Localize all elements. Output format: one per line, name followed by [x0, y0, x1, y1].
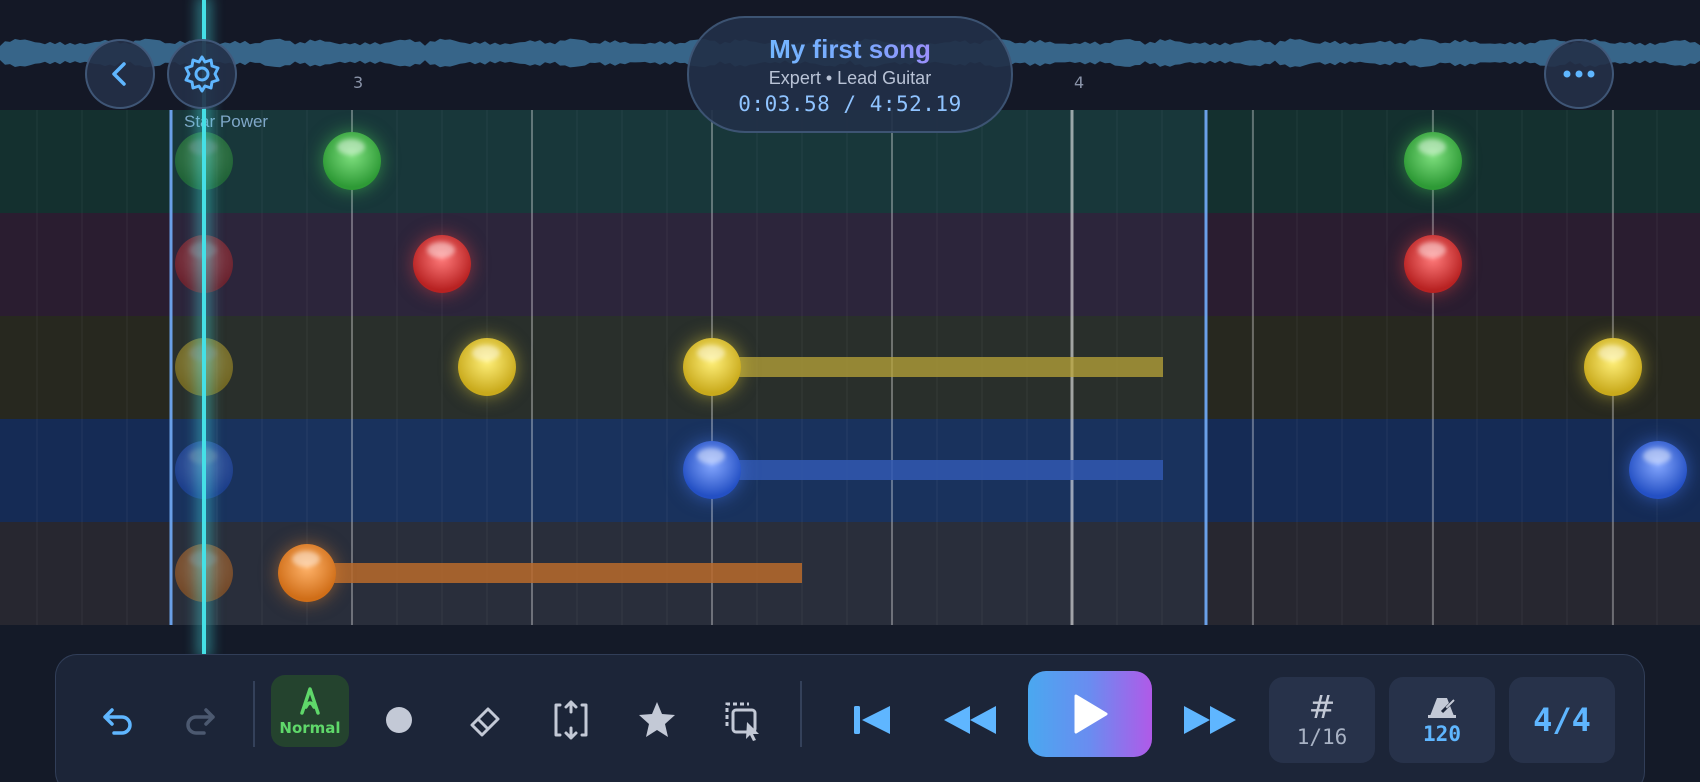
- select-tool-button[interactable]: [536, 677, 606, 763]
- metronome-icon: [1428, 698, 1456, 718]
- time-signature-button[interactable]: 4/4: [1509, 677, 1615, 763]
- copy-select-icon: [725, 702, 759, 741]
- note-red[interactable]: [413, 235, 471, 293]
- note-orange[interactable]: [278, 544, 336, 602]
- skip-to-start-button[interactable]: [834, 677, 910, 763]
- pick-icon: [300, 687, 320, 715]
- grid-icon: #: [1308, 688, 1336, 726]
- redo-button[interactable]: [168, 677, 232, 763]
- time-signature-value: 4/4: [1533, 701, 1591, 739]
- dot-icon: [386, 707, 412, 733]
- sustain-yellow[interactable]: [712, 357, 1163, 377]
- difficulty-instrument: Expert • Lead Guitar: [768, 68, 932, 88]
- tempo-value: 120: [1423, 722, 1461, 746]
- sustain-orange[interactable]: [307, 563, 802, 583]
- editor-toolbar: Normal # 1/16 120 4/4: [55, 654, 1645, 782]
- more-button[interactable]: [1544, 39, 1614, 109]
- eraser-tool-button[interactable]: [450, 677, 520, 763]
- song-info-pill[interactable]: My first song Expert • Lead Guitar 0:03.…: [687, 16, 1013, 133]
- time-readout: 0:03.58 / 4:52.19: [738, 92, 962, 116]
- undo-icon: [103, 708, 132, 735]
- note-green[interactable]: [323, 132, 381, 190]
- toolbar-divider: [800, 681, 802, 747]
- star-power-tool-button[interactable]: [622, 677, 692, 763]
- note-highway[interactable]: [0, 110, 1700, 625]
- play-icon: [1074, 694, 1108, 734]
- grid-value: 1/16: [1296, 725, 1348, 749]
- note-yellow[interactable]: [1584, 338, 1642, 396]
- note-blue[interactable]: [683, 441, 741, 499]
- strum-mode-label: Normal: [279, 719, 341, 737]
- rewind-button[interactable]: [928, 677, 1010, 763]
- measure-number-3: 3: [353, 73, 364, 92]
- note-tool-button[interactable]: [364, 677, 434, 763]
- toolbar-divider: [253, 681, 255, 747]
- star-power-label: Star Power: [184, 112, 269, 131]
- star-icon: [639, 702, 675, 737]
- note-blue[interactable]: [1629, 441, 1687, 499]
- note-green[interactable]: [1404, 132, 1462, 190]
- note-yellow[interactable]: [683, 338, 741, 396]
- more-icon: [1563, 70, 1595, 78]
- redo-icon: [186, 708, 215, 735]
- tempo-button[interactable]: 120: [1389, 677, 1495, 763]
- fast-forward-icon: [1184, 706, 1236, 734]
- skip-start-icon: [854, 706, 890, 734]
- select-icon: [554, 700, 588, 740]
- sustain-blue[interactable]: [712, 460, 1163, 480]
- song-title: My first song: [689, 34, 1011, 65]
- rewind-icon: [944, 706, 996, 734]
- strum-mode-button[interactable]: Normal: [271, 675, 349, 747]
- note-yellow[interactable]: [458, 338, 516, 396]
- copy-select-tool-button[interactable]: [708, 677, 778, 763]
- note-red[interactable]: [1404, 235, 1462, 293]
- play-button[interactable]: [1028, 671, 1152, 757]
- grid-snap-button[interactable]: # 1/16: [1269, 677, 1375, 763]
- fast-forward-button[interactable]: [1170, 677, 1252, 763]
- measure-number-4: 4: [1074, 73, 1085, 92]
- back-icon: [112, 62, 126, 86]
- gear-icon: [184, 55, 220, 93]
- back-button[interactable]: [85, 39, 155, 109]
- undo-button[interactable]: [86, 677, 150, 763]
- settings-button[interactable]: [167, 39, 237, 109]
- eraser-icon: [470, 707, 500, 737]
